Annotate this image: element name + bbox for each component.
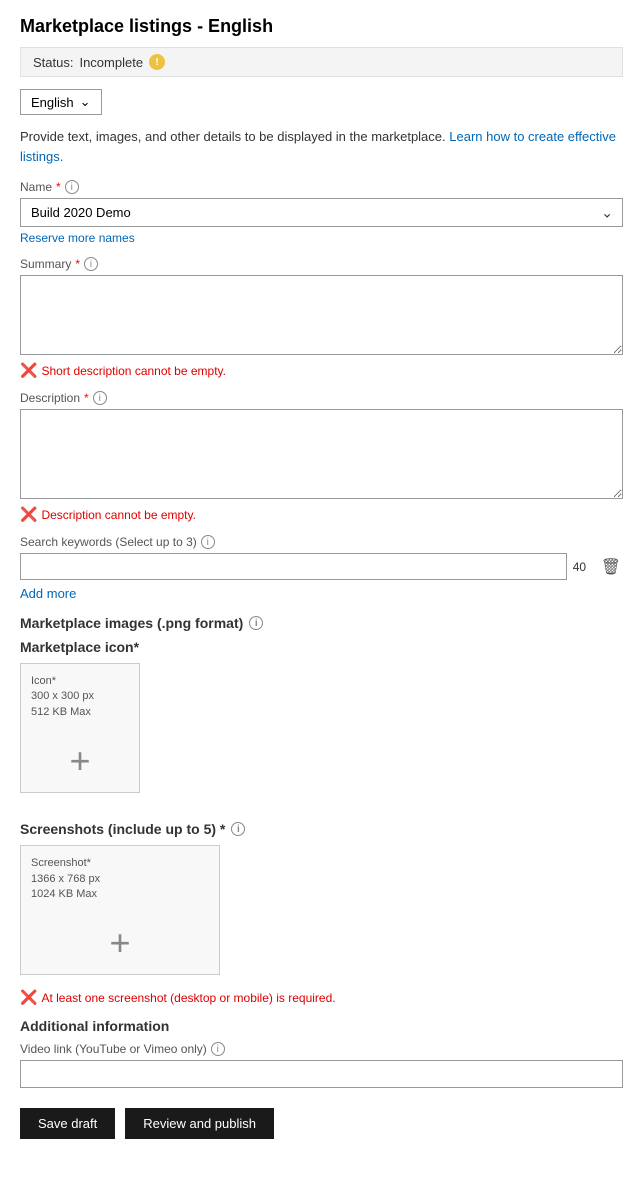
screenshots-section: Screenshots (include up to 5) * i Screen… <box>20 821 623 1006</box>
images-info-icon[interactable]: i <box>249 616 263 630</box>
screenshot-plus-icon: + <box>31 922 209 964</box>
video-field-group: Video link (YouTube or Vimeo only) i <box>20 1042 623 1088</box>
keyword-row: 40 🗑 <box>20 553 623 580</box>
name-label: Name* i <box>20 180 623 194</box>
keywords-field-group: Search keywords (Select up to 3) i 40 🗑 … <box>20 535 623 601</box>
status-value: Incomplete <box>79 55 143 70</box>
description-error-icon: ❌ <box>20 506 37 523</box>
status-bar: Status: Incomplete ! <box>20 47 623 77</box>
images-section-title: Marketplace images (.png format) i <box>20 615 623 631</box>
review-publish-button[interactable]: Review and publish <box>125 1108 274 1139</box>
additional-section-title: Additional information <box>20 1018 623 1034</box>
description-info-icon[interactable]: i <box>93 391 107 405</box>
keyword-count: 40 <box>573 560 593 574</box>
summary-info-icon[interactable]: i <box>84 257 98 271</box>
icon-section-title: Marketplace icon* <box>20 639 623 655</box>
language-label: English <box>31 95 74 110</box>
delete-keyword-icon[interactable]: 🗑 <box>599 555 623 579</box>
video-info-icon[interactable]: i <box>211 1042 225 1056</box>
description-label: Description* i <box>20 391 623 405</box>
icon-upload-box[interactable]: Icon* 300 x 300 px 512 KB Max + <box>20 663 140 793</box>
summary-error: ❌ Short description cannot be empty. <box>20 362 623 379</box>
language-dropdown[interactable]: English ⌄ <box>20 89 102 115</box>
description-textarea[interactable] <box>20 409 623 499</box>
icon-upload-text: Icon* 300 x 300 px 512 KB Max <box>31 674 129 720</box>
status-icon: ! <box>149 54 165 70</box>
description-error: ❌ Description cannot be empty. <box>20 506 623 523</box>
info-text: Provide text, images, and other details … <box>20 127 623 166</box>
screenshot-upload-text: Screenshot* 1366 x 768 px 1024 KB Max <box>31 856 209 902</box>
screenshot-upload-box[interactable]: Screenshot* 1366 x 768 px 1024 KB Max + <box>20 845 220 975</box>
summary-label: Summary* i <box>20 257 623 271</box>
name-info-icon[interactable]: i <box>65 180 79 194</box>
status-label: Status: <box>33 55 73 70</box>
name-field-group: Name* i Build 2020 Demo Reserve more nam… <box>20 180 623 245</box>
video-input[interactable] <box>20 1060 623 1088</box>
summary-field-group: Summary* i ❌ Short description cannot be… <box>20 257 623 379</box>
screenshot-error-icon: ❌ <box>20 989 37 1006</box>
name-select-wrapper: Build 2020 Demo <box>20 198 623 227</box>
add-more-link[interactable]: Add more <box>20 586 623 601</box>
description-field-group: Description* i ❌ Description cannot be e… <box>20 391 623 523</box>
screenshots-info-icon[interactable]: i <box>231 822 245 836</box>
keyword-input[interactable] <box>20 553 567 580</box>
summary-textarea[interactable] <box>20 275 623 355</box>
summary-error-icon: ❌ <box>20 362 37 379</box>
screenshots-section-title: Screenshots (include up to 5) * i <box>20 821 623 837</box>
page-title: Marketplace listings - English <box>20 16 623 37</box>
bottom-buttons: Save draft Review and publish <box>20 1108 623 1139</box>
save-draft-button[interactable]: Save draft <box>20 1108 115 1139</box>
reserve-names-link[interactable]: Reserve more names <box>20 231 623 245</box>
additional-section: Additional information Video link (YouTu… <box>20 1018 623 1088</box>
keywords-info-icon[interactable]: i <box>201 535 215 549</box>
name-select[interactable]: Build 2020 Demo <box>20 198 623 227</box>
icon-plus-icon: + <box>31 740 129 782</box>
screenshot-error: ❌ At least one screenshot (desktop or mo… <box>20 989 623 1006</box>
keywords-label: Search keywords (Select up to 3) i <box>20 535 623 549</box>
video-label: Video link (YouTube or Vimeo only) i <box>20 1042 623 1056</box>
chevron-down-icon: ⌄ <box>80 94 91 110</box>
